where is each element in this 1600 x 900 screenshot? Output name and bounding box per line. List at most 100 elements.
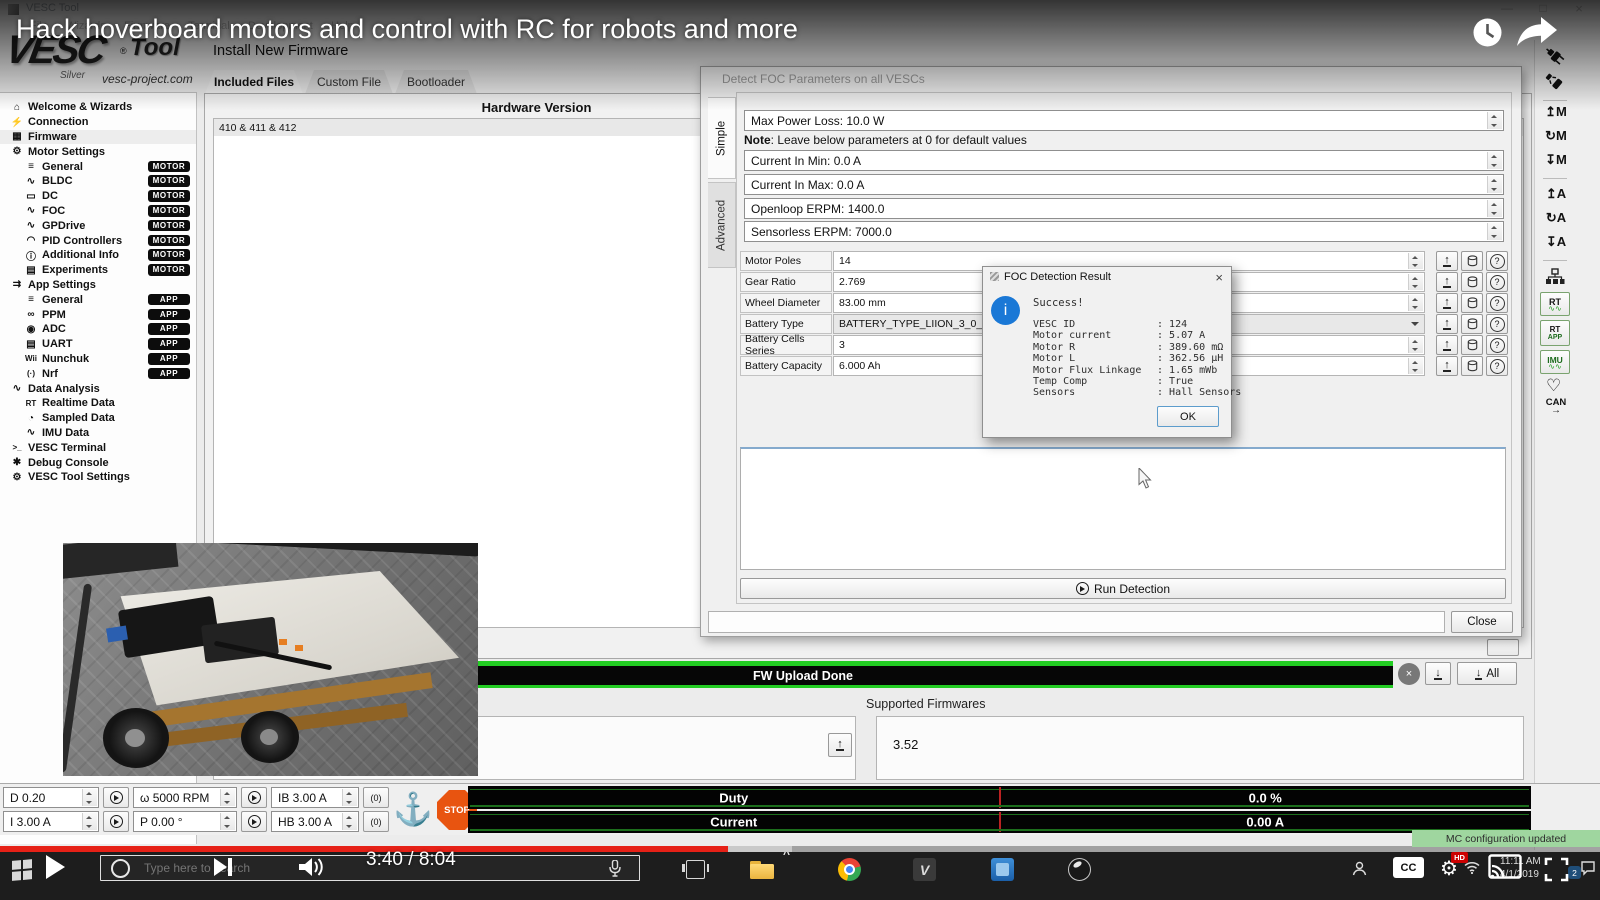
video-title[interactable]: Hack hoverboard motors and control with … <box>16 14 798 45</box>
spinner-arrows[interactable] <box>1408 253 1423 269</box>
sidebar-item-debug-console[interactable]: ✱Debug Console <box>0 455 196 470</box>
explorer-icon[interactable] <box>750 861 774 879</box>
run-duty-button[interactable] <box>103 787 129 808</box>
help-button[interactable]: ? <box>1486 335 1508 355</box>
sidebar-item-app-settings[interactable]: ⇉App Settings <box>0 278 196 293</box>
captions-button[interactable]: CC <box>1393 857 1424 878</box>
spinner-arrows[interactable] <box>220 813 235 830</box>
fw-version-item[interactable]: 3.52 <box>893 737 1523 752</box>
sidebar-item-uart[interactable]: ▤UARTAPP <box>0 337 196 352</box>
run-speed-button[interactable] <box>241 787 267 808</box>
help-button[interactable]: ? <box>1486 251 1508 271</box>
openloop-erpm-field[interactable]: Openloop ERPM: 1400.0 <box>744 198 1504 219</box>
download-button[interactable]: ↓ <box>1425 662 1451 685</box>
run-position-button[interactable] <box>241 811 267 832</box>
write-param-button[interactable]: ↑ <box>1436 251 1458 271</box>
write-param-button[interactable]: ↑ <box>1436 314 1458 334</box>
sidebar-item-motor-settings[interactable]: ⚙Motor Settings <box>0 144 196 159</box>
can-forward-button[interactable]: CAN→ <box>1542 398 1570 415</box>
current-in-max-field[interactable]: Current In Max: 0.0 A <box>744 174 1504 195</box>
sidebar-item-ppm[interactable]: ∞PPMAPP <box>0 307 196 322</box>
heart-icon[interactable]: ♡ <box>1546 376 1561 396</box>
spinner-arrows[interactable] <box>1487 112 1502 129</box>
share-arrow-icon[interactable] <box>1514 12 1560 50</box>
task-view-button[interactable] <box>686 860 705 879</box>
sidebar-item-app-general[interactable]: ≡GeneralAPP <box>0 292 196 307</box>
blue-app-icon[interactable] <box>991 858 1014 881</box>
imu-data-button[interactable]: IMU∿∿ <box>1540 350 1570 374</box>
spinner-arrows[interactable] <box>1408 337 1423 353</box>
cancel-upload-button[interactable]: × <box>1398 663 1420 685</box>
sidebar-item-experiments[interactable]: ▤ExperimentsMOTOR <box>0 263 196 278</box>
upload-firmware-button[interactable]: ↑ <box>828 733 852 757</box>
watch-later-icon[interactable] <box>1472 17 1503 48</box>
sidebar-item-dc[interactable]: ▭DCMOTOR <box>0 189 196 204</box>
video-progress-bar[interactable] <box>0 846 1600 852</box>
sidebar-item-vesc-terminal[interactable]: >_VESC Terminal <box>0 440 196 455</box>
spinner-arrows[interactable] <box>220 789 235 806</box>
sidebar-item-sampled-data[interactable]: ◔Sampled Data <box>0 411 196 426</box>
help-button[interactable]: ? <box>1486 272 1508 292</box>
help-button[interactable]: ? <box>1486 356 1508 376</box>
reload-motor-config-button[interactable]: ↻M <box>1542 128 1570 144</box>
vesc-app-icon[interactable]: V <box>913 858 936 881</box>
store-param-button[interactable] <box>1461 314 1483 334</box>
sidebar-item-firmware[interactable]: ▦Firmware <box>0 130 196 145</box>
write-app-config-button[interactable]: ↥A <box>1542 186 1570 202</box>
spinner-arrows[interactable] <box>1408 295 1423 311</box>
write-param-button[interactable]: ↑ <box>1436 293 1458 313</box>
disconnect-button[interactable] <box>1544 72 1566 97</box>
brake-current-field[interactable]: IB 3.00 A <box>271 787 359 808</box>
spinner-arrows[interactable] <box>342 789 357 806</box>
sidebar-item-vesc-tool-settings[interactable]: ⚙VESC Tool Settings <box>0 470 196 485</box>
supported-firmwares-list[interactable]: 3.52 <box>876 716 1524 780</box>
duty-setpoint-field[interactable]: D 0.20 <box>3 787 99 808</box>
spinner-arrows[interactable] <box>342 813 357 830</box>
speed-setpoint-field[interactable]: ω 5000 RPM <box>133 787 237 808</box>
sidebar-item-foc[interactable]: ∿FOCMOTOR <box>0 204 196 219</box>
sidebar-item-nunchuk[interactable]: WiiNunchukAPP <box>0 352 196 367</box>
spinner-arrows[interactable] <box>82 789 97 806</box>
read-motor-config-button[interactable]: ↧M <box>1542 152 1570 168</box>
sidebar-item-connection[interactable]: ⚡Connection <box>0 115 196 130</box>
fullscreen-icon[interactable] <box>1544 857 1569 882</box>
cast-icon[interactable] <box>1488 854 1522 881</box>
write-param-button[interactable]: ↑ <box>1436 335 1458 355</box>
play-button[interactable] <box>46 855 65 879</box>
ok-button[interactable]: OK <box>1157 406 1219 427</box>
tab-advanced[interactable]: Advanced <box>708 182 736 268</box>
realtime-data-button[interactable]: RT∿∿ <box>1540 292 1570 316</box>
handbrake-button[interactable]: (0) <box>363 811 389 832</box>
store-param-button[interactable] <box>1461 356 1483 376</box>
close-window-button[interactable]: × <box>1562 1 1596 16</box>
sidebar-item-data-analysis[interactable]: ∿Data Analysis <box>0 381 196 396</box>
download-all-button[interactable]: ↓All <box>1457 662 1517 685</box>
store-param-button[interactable] <box>1461 335 1483 355</box>
realtime-app-button[interactable]: RTAPP <box>1540 320 1570 346</box>
obs-icon[interactable] <box>1068 858 1091 881</box>
read-app-config-button[interactable]: ↧A <box>1542 234 1570 250</box>
help-button[interactable]: ? <box>1486 293 1508 313</box>
help-button[interactable]: ? <box>1486 314 1508 334</box>
spinner-arrows[interactable] <box>82 813 97 830</box>
spinner-arrows[interactable] <box>1487 200 1502 217</box>
anchor-icon[interactable]: ⚓ <box>393 786 433 832</box>
run-current-button[interactable] <box>103 811 129 832</box>
current-in-min-field[interactable]: Current In Min: 0.0 A <box>744 150 1504 171</box>
reload-app-config-button[interactable]: ↻A <box>1542 210 1570 226</box>
max-power-loss-field[interactable]: Max Power Loss: 10.0 W <box>744 110 1504 131</box>
sidebar-item-welcome[interactable]: ⌂Welcome & Wizards <box>0 100 196 115</box>
write-param-button[interactable]: ↑ <box>1436 272 1458 292</box>
spinner-arrows[interactable] <box>1408 274 1423 290</box>
store-param-button[interactable] <box>1461 272 1483 292</box>
chrome-icon[interactable] <box>838 858 861 881</box>
sidebar-item-realtime-data[interactable]: RTRealtime Data <box>0 396 196 411</box>
spinner-arrows[interactable] <box>1487 223 1502 240</box>
tab-custom-file[interactable]: Custom File <box>305 70 393 94</box>
people-icon[interactable] <box>1352 861 1367 876</box>
tab-bootloader[interactable]: Bootloader <box>395 70 477 94</box>
sensorless-erpm-field[interactable]: Sensorless ERPM: 7000.0 <box>744 221 1504 242</box>
sidebar-item-motor-general[interactable]: ≡GeneralMOTOR <box>0 159 196 174</box>
spinner-arrows[interactable] <box>1487 176 1502 193</box>
position-setpoint-field[interactable]: P 0.00 ° <box>133 811 237 832</box>
